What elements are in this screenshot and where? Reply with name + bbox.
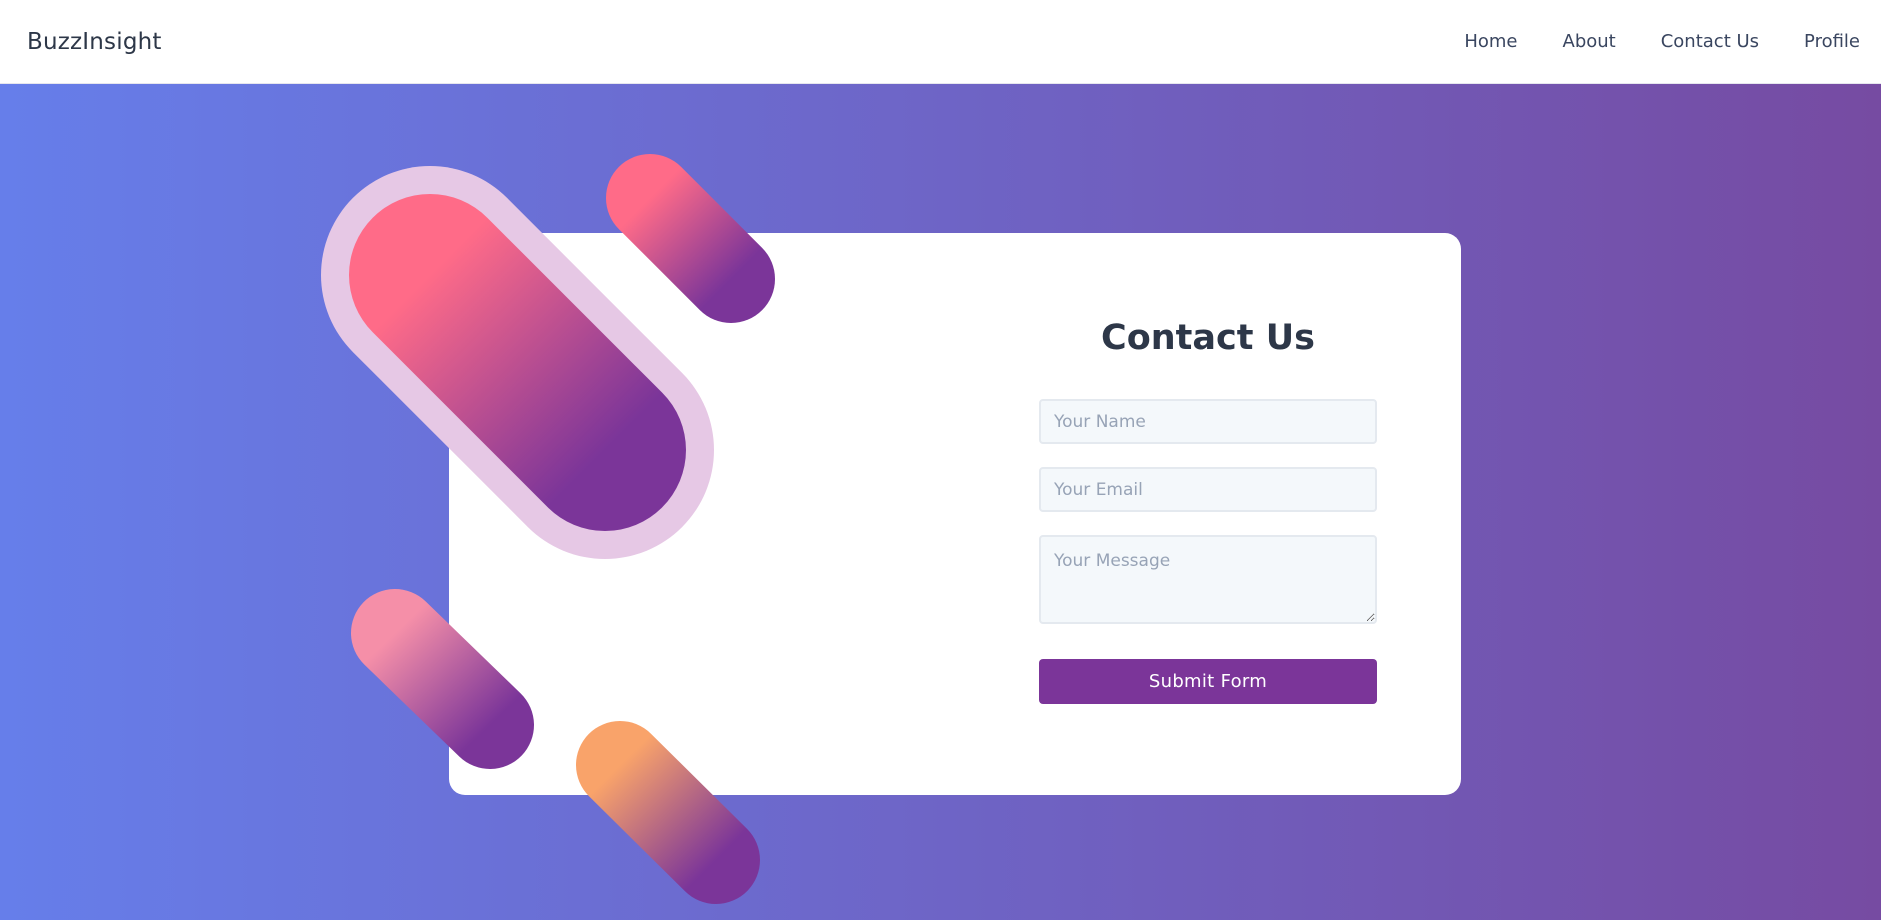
- form-title: Contact Us: [1101, 318, 1315, 358]
- navbar: BuzzInsight Home About Contact Us Profil…: [0, 0, 1881, 84]
- name-input[interactable]: [1039, 399, 1377, 444]
- nav-link-home[interactable]: Home: [1464, 31, 1517, 52]
- message-textarea[interactable]: [1039, 535, 1377, 624]
- brand-logo[interactable]: BuzzInsight: [27, 29, 162, 55]
- nav-link-contact-us[interactable]: Contact Us: [1661, 31, 1759, 52]
- contact-form: Contact Us Submit Form: [1039, 318, 1377, 704]
- left-small-capsule-shape: [340, 575, 560, 795]
- nav-link-profile[interactable]: Profile: [1804, 31, 1860, 52]
- submit-form-button[interactable]: Submit Form: [1039, 659, 1377, 704]
- nav-link-about[interactable]: About: [1563, 31, 1616, 52]
- top-small-capsule-shape: [585, 135, 805, 355]
- email-input[interactable]: [1039, 467, 1377, 512]
- nav-links: Home About Contact Us Profile: [1419, 31, 1860, 52]
- bottom-orange-capsule-shape: [570, 715, 790, 920]
